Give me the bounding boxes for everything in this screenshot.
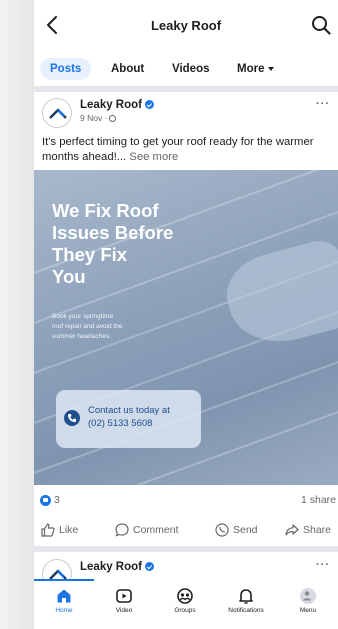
page-title: Leaky Roof <box>150 18 222 33</box>
caret-down-icon <box>268 66 275 71</box>
verified-badge-icon <box>145 100 154 109</box>
nav-menu-label: Menu <box>299 607 317 614</box>
video-icon <box>116 589 132 603</box>
page-avatar[interactable] <box>42 98 72 128</box>
section-divider <box>34 546 338 552</box>
roof-logo-icon <box>49 108 67 119</box>
search-icon[interactable] <box>310 14 332 36</box>
send-button[interactable]: Send <box>214 522 258 538</box>
page-tabs: Posts About Videos More <box>34 52 338 86</box>
home-icon <box>57 589 71 603</box>
contact-text: Contact us today at (02) 5133 5608 <box>88 405 170 429</box>
whatsapp-icon <box>215 523 229 537</box>
adjacent-screen-edge <box>0 0 34 629</box>
post-options-icon[interactable]: ··· <box>316 98 330 110</box>
post-author-name[interactable]: Leaky Roof <box>80 99 142 111</box>
nav-notifications-label: Notifications <box>228 607 264 614</box>
post-date[interactable]: 9 Nov · <box>80 113 107 123</box>
share-count[interactable]: 1 share <box>301 494 336 506</box>
comment-button[interactable]: Comment <box>114 522 179 538</box>
nav-menu[interactable]: Menu <box>278 587 338 614</box>
comment-icon <box>115 523 129 537</box>
like-button[interactable]: Like <box>40 522 78 538</box>
contact-card: Contact us today at (02) 5133 5608 <box>56 390 201 448</box>
tab-more[interactable]: More <box>237 58 275 80</box>
tab-about[interactable]: About <box>111 58 144 80</box>
post-actions: Like Comment Send Share <box>34 518 338 544</box>
tab-more-label: More <box>237 63 265 75</box>
see-more-link[interactable]: See more <box>129 151 178 163</box>
phone-icon <box>64 410 80 426</box>
share-arrow-icon <box>285 524 299 536</box>
top-bar: Leaky Roof <box>34 0 338 52</box>
menu-icon <box>300 588 316 604</box>
reaction-count[interactable]: 3 <box>54 494 60 506</box>
nav-home[interactable]: Home <box>34 587 94 614</box>
thumbs-up-icon <box>41 523 55 537</box>
groups-icon <box>177 588 193 604</box>
nav-video-label: Video <box>115 607 133 614</box>
verified-badge-icon <box>145 562 154 571</box>
like-reaction-icon <box>40 495 51 506</box>
image-headline: We Fix Roof Issues Before They Fix You <box>52 200 174 287</box>
post-image[interactable]: We Fix Roof Issues Before They Fix You B… <box>34 170 338 485</box>
nav-home-label: Home <box>55 607 73 614</box>
post-author[interactable]: Leaky Roof <box>80 99 154 111</box>
nav-groups-label: Groups <box>174 607 196 614</box>
tab-posts[interactable]: Posts <box>40 58 92 80</box>
image-subline: Book your springtime roof repair and avo… <box>52 313 123 340</box>
next-post-author-name[interactable]: Leaky Roof <box>80 561 142 573</box>
facebook-page-screen: Leaky Roof Posts About Videos More Leaky… <box>34 0 338 629</box>
nav-groups[interactable]: Groups <box>155 587 215 614</box>
nav-video[interactable]: Video <box>94 587 154 614</box>
post-meta: 9 Nov · <box>80 113 117 123</box>
nav-notifications[interactable]: Notifications <box>216 587 276 614</box>
bottom-navigation: Home Video Groups Notifications Menu <box>34 579 338 629</box>
bell-icon <box>239 589 253 604</box>
share-button[interactable]: Share <box>284 522 331 538</box>
section-divider <box>34 86 338 92</box>
gloved-hand-shape <box>218 236 338 354</box>
active-tab-indicator <box>34 579 94 581</box>
next-post-options-icon[interactable]: ··· <box>316 559 330 571</box>
tab-videos[interactable]: Videos <box>172 58 210 80</box>
globe-icon <box>109 115 117 122</box>
post-caption: It's perfect timing to get your roof rea… <box>42 135 332 165</box>
next-post-author[interactable]: Leaky Roof <box>80 561 154 573</box>
reactions-row: 3 1 share <box>34 490 338 510</box>
